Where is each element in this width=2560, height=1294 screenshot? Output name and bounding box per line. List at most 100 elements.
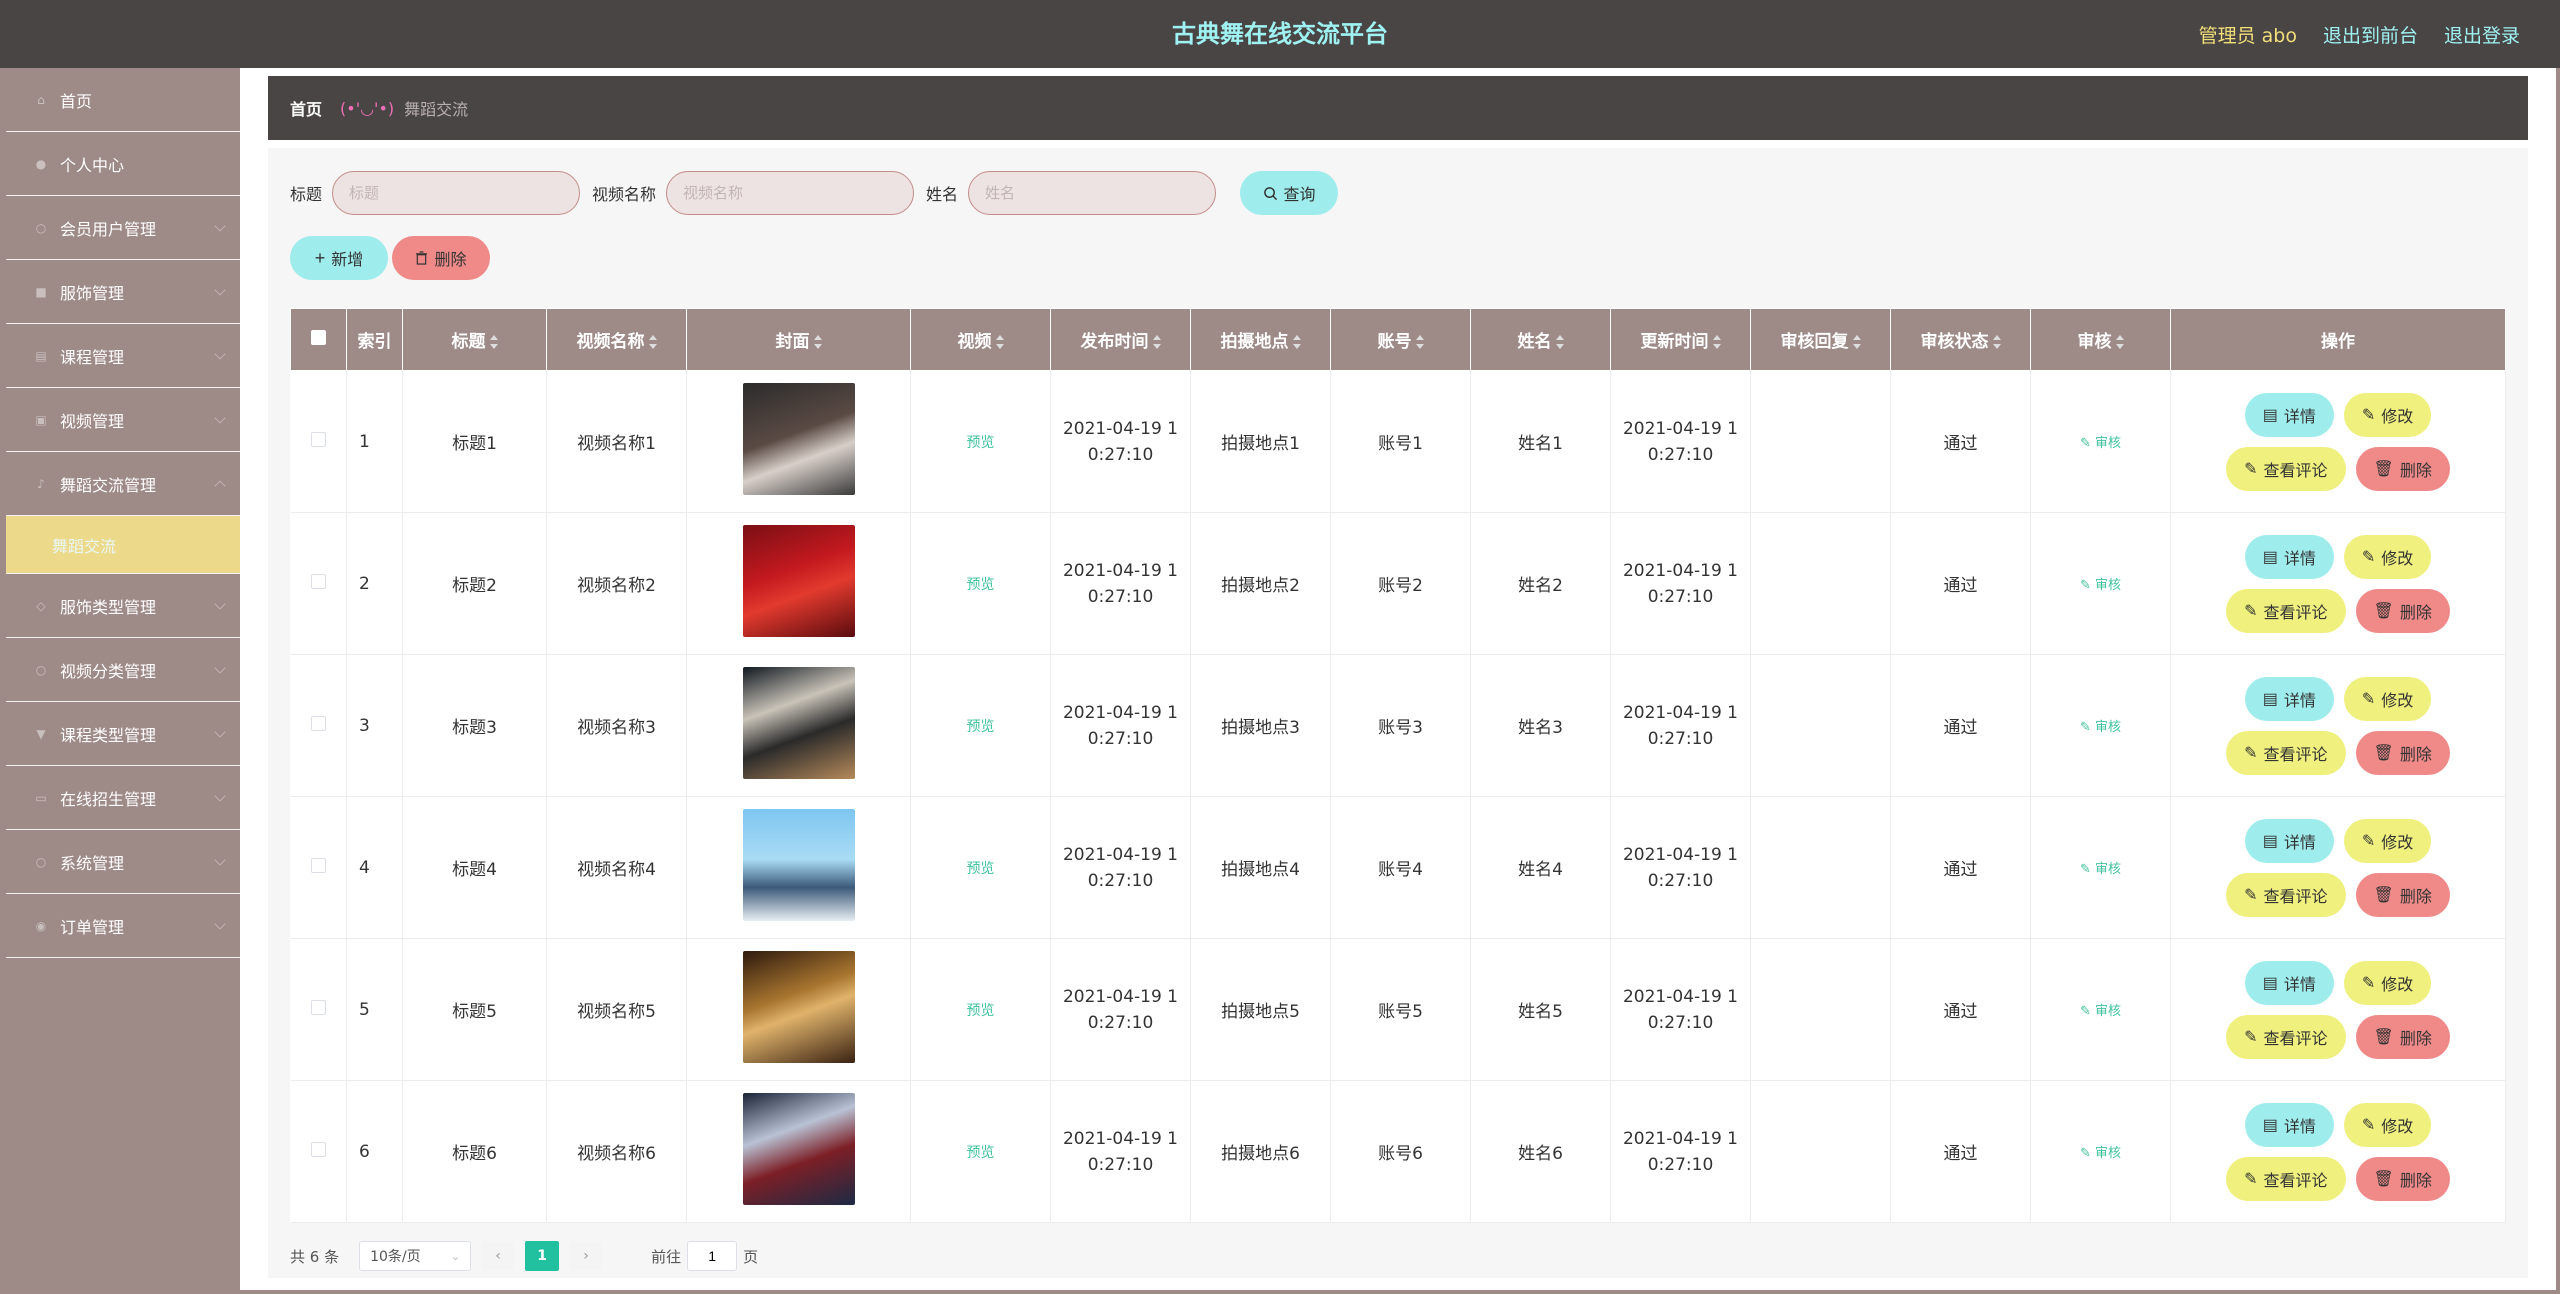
view-comments-button[interactable]: ✎ 查看评论 [2226, 446, 2346, 491]
audit-link[interactable]: ✎ 审核 [2080, 862, 2121, 877]
cover-image[interactable] [742, 1093, 855, 1205]
sidebar-item-members[interactable]: ○ 会员用户管理 [6, 196, 240, 260]
page-size-select[interactable]: 10条/页 ⌄ [359, 1241, 472, 1271]
row-checkbox[interactable] [310, 431, 326, 447]
audit-link[interactable]: ✎ 审核 [2080, 436, 2121, 451]
sort-icon[interactable] [1992, 335, 2001, 349]
row-delete-button[interactable]: 🗑 删除 [2355, 730, 2450, 775]
view-comments-button[interactable]: ✎ 查看评论 [2226, 1156, 2346, 1201]
breadcrumb-home[interactable]: 首页 [290, 96, 322, 120]
exit-to-front-link[interactable]: 退出到前台 [2323, 21, 2418, 48]
sidebar-item-system[interactable]: ○ 系统管理 [6, 830, 240, 894]
row-checkbox[interactable] [310, 857, 326, 873]
col-audit[interactable]: 审核 [2030, 308, 2171, 371]
sort-icon[interactable] [995, 335, 1004, 349]
row-delete-button[interactable]: 🗑 删除 [2355, 1156, 2450, 1201]
edit-button[interactable]: ✎ 修改 [2343, 676, 2432, 721]
detail-button[interactable]: ▤ 详情 [2244, 392, 2334, 437]
view-comments-button[interactable]: ✎ 查看评论 [2226, 588, 2346, 633]
cover-image[interactable] [742, 667, 855, 779]
sidebar-item-video-categories[interactable]: ○ 视频分类管理 [6, 638, 240, 702]
sort-icon[interactable] [1555, 335, 1564, 349]
sort-icon[interactable] [1292, 335, 1301, 349]
detail-button[interactable]: ▤ 详情 [2244, 534, 2334, 579]
name-filter-input[interactable] [968, 171, 1217, 215]
add-button[interactable]: + 新增 [290, 236, 388, 280]
logout-link[interactable]: 退出登录 [2444, 21, 2520, 48]
row-delete-button[interactable]: 🗑 删除 [2355, 1014, 2450, 1059]
query-button[interactable]: 查询 [1240, 171, 1339, 215]
detail-button[interactable]: ▤ 详情 [2244, 676, 2334, 721]
sidebar-item-dance-exchange[interactable]: ♪ 舞蹈交流管理 [6, 452, 240, 516]
next-page-button[interactable]: › [569, 1241, 604, 1271]
sidebar-item-enrollment[interactable]: ▭ 在线招生管理 [6, 766, 240, 830]
row-checkbox[interactable] [310, 1141, 326, 1157]
sidebar-item-orders[interactable]: ◉ 订单管理 [6, 894, 240, 958]
title-filter-input[interactable] [332, 171, 581, 215]
goto-page-input[interactable] [687, 1241, 738, 1271]
sidebar-item-videos[interactable]: ▣ 视频管理 [6, 388, 240, 452]
edit-button[interactable]: ✎ 修改 [2343, 818, 2432, 863]
col-audit-reply[interactable]: 审核回复 [1750, 308, 1891, 371]
col-publish-time[interactable]: 发布时间 [1050, 308, 1191, 371]
col-audit-status[interactable]: 审核状态 [1890, 308, 2031, 371]
select-all-checkbox[interactable] [311, 329, 326, 345]
prev-page-button[interactable]: ‹ [481, 1241, 516, 1271]
video-preview-link[interactable]: 预览 [967, 435, 995, 451]
batch-delete-button[interactable]: 删除 [392, 236, 490, 280]
edit-button[interactable]: ✎ 修改 [2343, 960, 2432, 1005]
sort-icon[interactable] [1415, 335, 1424, 349]
detail-button[interactable]: ▤ 详情 [2244, 818, 2334, 863]
audit-link[interactable]: ✎ 审核 [2080, 1004, 2121, 1019]
col-update-time[interactable]: 更新时间 [1610, 308, 1751, 371]
page-number-current[interactable]: 1 [525, 1241, 560, 1271]
col-cover[interactable]: 封面 [686, 308, 911, 371]
sidebar-item-course-types[interactable]: ▼ 课程类型管理 [6, 702, 240, 766]
sort-icon[interactable] [1152, 335, 1161, 349]
sidebar-item-courses[interactable]: ▤ 课程管理 [6, 324, 240, 388]
row-delete-button[interactable]: 🗑 删除 [2355, 588, 2450, 633]
audit-link[interactable]: ✎ 审核 [2080, 1146, 2121, 1161]
cover-image[interactable] [742, 951, 855, 1063]
video-preview-link[interactable]: 预览 [967, 577, 995, 593]
col-name[interactable]: 姓名 [1470, 308, 1611, 371]
sort-icon[interactable] [813, 335, 822, 349]
cover-image[interactable] [742, 525, 855, 637]
video-preview-link[interactable]: 预览 [967, 1145, 995, 1161]
cover-image[interactable] [742, 383, 855, 495]
col-video[interactable]: 视频 [910, 308, 1051, 371]
sort-icon[interactable] [2115, 335, 2124, 349]
row-delete-button[interactable]: 🗑 删除 [2355, 446, 2450, 491]
col-video-name[interactable]: 视频名称 [546, 308, 687, 371]
edit-button[interactable]: ✎ 修改 [2343, 392, 2432, 437]
sidebar-item-profile[interactable]: ● 个人中心 [6, 132, 240, 196]
sort-icon[interactable] [1852, 335, 1861, 349]
view-comments-button[interactable]: ✎ 查看评论 [2226, 730, 2346, 775]
row-delete-button[interactable]: 🗑 删除 [2355, 872, 2450, 917]
sidebar-item-costume-types[interactable]: ◇ 服饰类型管理 [6, 574, 240, 638]
col-location[interactable]: 拍摄地点 [1190, 308, 1331, 371]
audit-link[interactable]: ✎ 审核 [2080, 578, 2121, 593]
row-checkbox[interactable] [310, 573, 326, 589]
edit-button[interactable]: ✎ 修改 [2343, 534, 2432, 579]
video-preview-link[interactable]: 预览 [967, 861, 995, 877]
video-preview-link[interactable]: 预览 [967, 719, 995, 735]
audit-link[interactable]: ✎ 审核 [2080, 720, 2121, 735]
view-comments-button[interactable]: ✎ 查看评论 [2226, 872, 2346, 917]
edit-button[interactable]: ✎ 修改 [2343, 1102, 2432, 1147]
sort-icon[interactable] [648, 335, 657, 349]
sort-icon[interactable] [1712, 335, 1721, 349]
col-title[interactable]: 标题 [402, 308, 547, 371]
col-account[interactable]: 账号 [1330, 308, 1471, 371]
detail-button[interactable]: ▤ 详情 [2244, 1102, 2334, 1147]
view-comments-button[interactable]: ✎ 查看评论 [2226, 1014, 2346, 1059]
sidebar-item-costumes[interactable]: ■ 服饰管理 [6, 260, 240, 324]
row-checkbox[interactable] [310, 999, 326, 1015]
sort-icon[interactable] [489, 335, 498, 349]
sidebar-item-home[interactable]: ⌂ 首页 [6, 68, 240, 132]
video-name-filter-input[interactable] [666, 171, 915, 215]
video-preview-link[interactable]: 预览 [967, 1003, 995, 1019]
cover-image[interactable] [742, 809, 855, 921]
row-checkbox[interactable] [310, 715, 326, 731]
sidebar-subitem-dance-exchange[interactable]: 舞蹈交流 [6, 516, 240, 574]
